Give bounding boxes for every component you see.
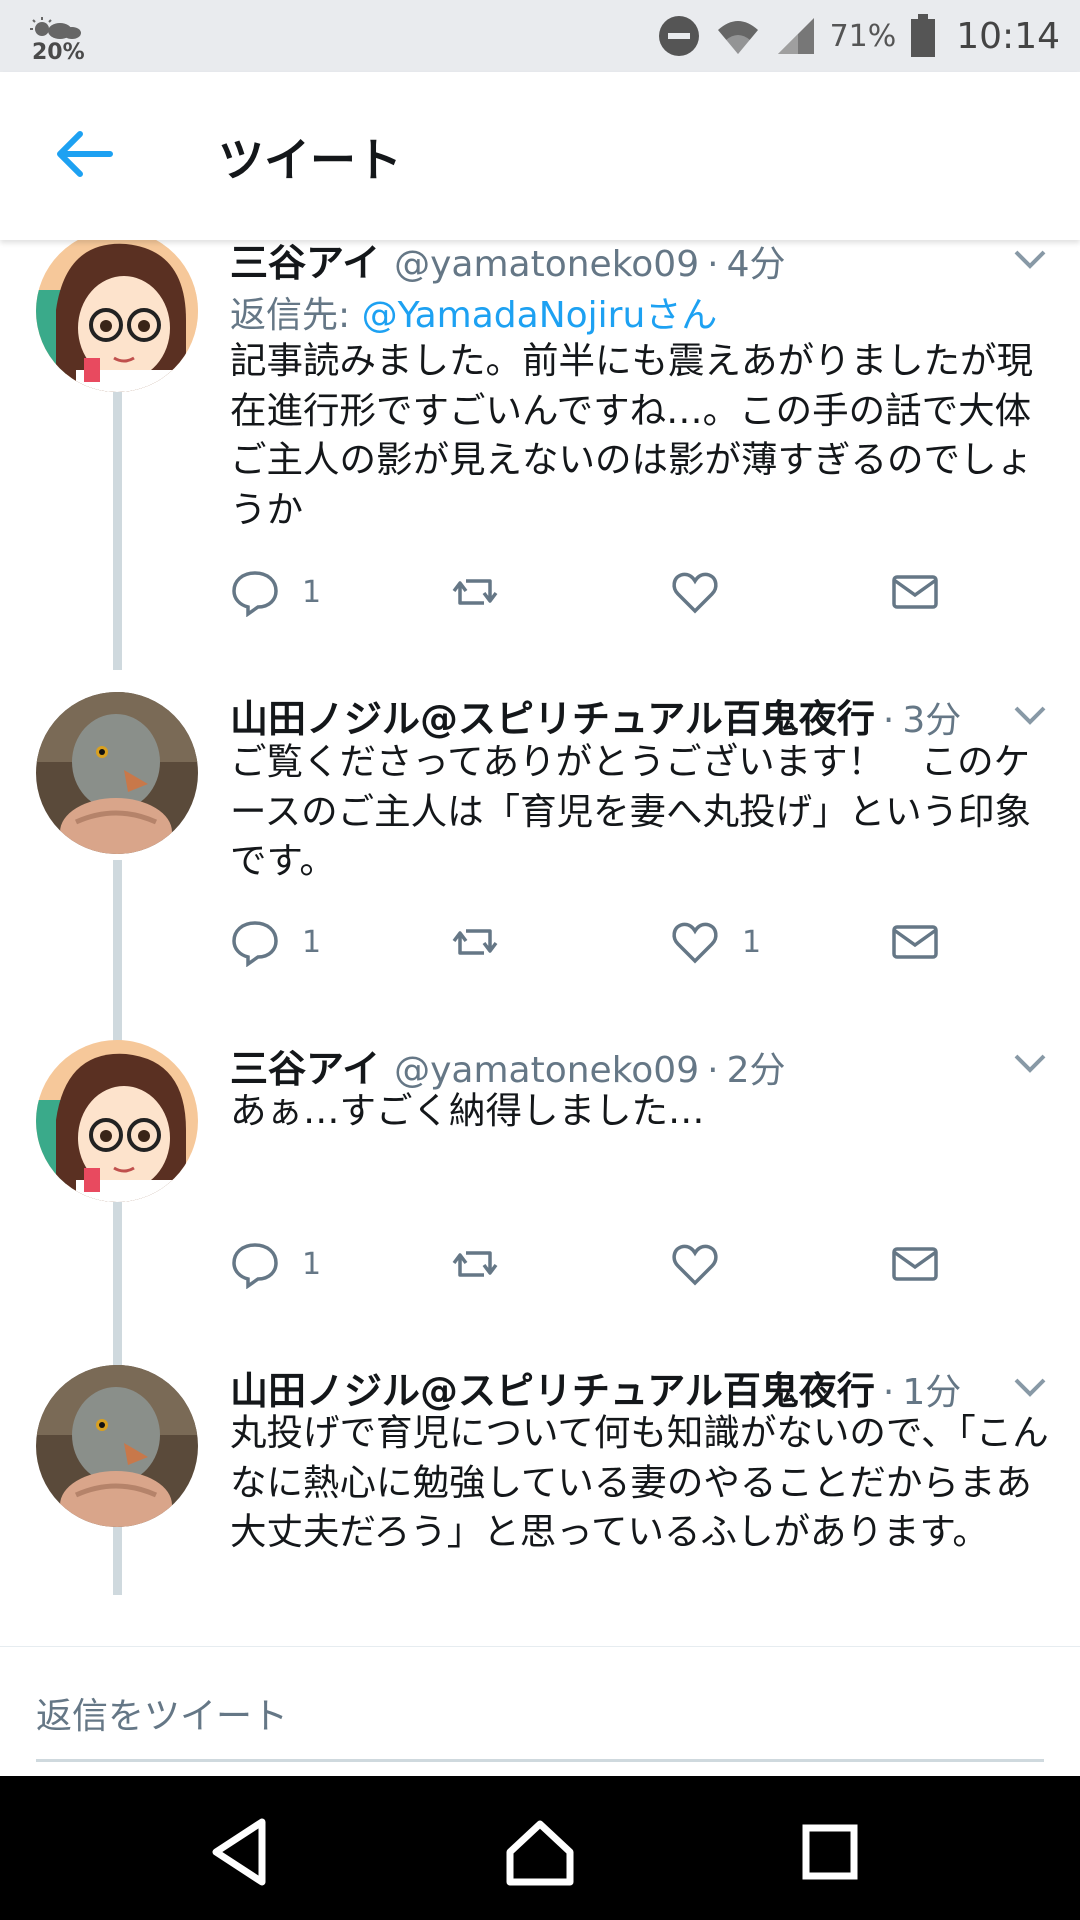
battery-percent: 71% [829,18,897,54]
system-nav-bar [0,1776,1080,1920]
tweet-time: 3分 [902,700,962,741]
like-button[interactable]: 1 [670,912,761,972]
tweet-text: ご覧くださってありがとうございます！ このケースのご主人は「育児を妻へ丸投げ」と… [230,740,1032,882]
recent-apps-icon[interactable] [790,1812,870,1892]
reply-icon [232,571,278,617]
tweet-header: 三谷アイ @yamatoneko09 · 2分 [230,1047,786,1091]
clock-time: 10:14 [956,15,1060,57]
user-handle[interactable]: @yamatoneko09 [394,1050,699,1091]
chevron-down-icon[interactable] [1010,244,1050,274]
avatar[interactable] [36,692,198,854]
reply-count: 1 [302,1246,322,1282]
reply-to: 返信先: @YamadaNojiruさん [230,286,717,338]
reply-to-link[interactable]: @YamadaNojiruさん [362,295,718,336]
heart-icon [672,572,718,614]
user-name[interactable]: 三谷アイ [230,1047,380,1091]
tweet-time: 4分 [726,244,786,285]
tweet-actions: 1 [230,562,1010,622]
direct-message-button[interactable] [890,912,940,972]
like-button[interactable] [670,1234,742,1294]
tweet-actions: 1 [230,1234,1010,1294]
chevron-down-icon[interactable] [1010,700,1050,730]
direct-message-button[interactable] [890,1638,940,1646]
reply-button[interactable]: 1 [230,562,321,622]
tweet-header: 三谷アイ @yamatoneko09 · 4分 [230,241,786,285]
tweet-text: あぁ…すごく納得しました… [230,1089,705,1132]
reply-icon [232,1243,278,1289]
page-title: ツイート [218,133,402,187]
tweet-header: 山田ノジル@スピリチュアル百鬼夜行 · 3分 [230,697,962,741]
back-triangle-icon[interactable] [200,1812,280,1892]
envelope-icon [892,1247,938,1281]
tweet-actions: 1 1 [230,912,1010,972]
retweet-icon [452,579,498,605]
reply-input[interactable]: 返信をツイート [36,1687,288,1739]
app-header: ツイート [0,72,1080,240]
user-handle[interactable]: @yamatoneko09 [394,244,699,285]
retweet-icon [452,1251,498,1277]
like-button[interactable] [670,1638,720,1646]
reply-button[interactable]: 1 [230,1234,321,1294]
direct-message-button[interactable] [890,562,940,622]
chevron-down-icon[interactable] [1010,1048,1050,1078]
direct-message-button[interactable] [890,1234,940,1294]
heart-icon [672,1244,718,1286]
tweet-text: 丸投げで育児について何も知識がないので、「こんなに熱心に勉強している妻のやること… [230,1411,1049,1553]
reply-composer[interactable]: 返信をツイート [0,1646,1080,1777]
reply-count: 1 [302,574,322,610]
tweet-header: 山田ノジル@スピリチュアル百鬼夜行 · 1分 [230,1369,962,1413]
avatar[interactable] [36,1040,198,1202]
avatar[interactable] [36,1365,198,1527]
reply-to-label: 返信先: [230,295,362,336]
like-button[interactable] [670,562,742,622]
tweet-time: 2分 [726,1050,786,1091]
retweet-button[interactable] [450,562,500,622]
temperature-text: 20% [32,40,85,65]
battery-icon [911,14,936,57]
tweet-time: 1分 [902,1372,962,1413]
back-arrow-icon[interactable] [50,124,120,184]
tweet-actions [230,1638,1010,1646]
do-not-disturb-icon [658,16,699,56]
like-count: 1 [742,924,762,960]
user-name[interactable]: 山田ノジル@スピリチュアル百鬼夜行 [230,697,875,741]
heart-icon [672,922,718,964]
retweet-button[interactable] [450,912,500,972]
reply-count: 1 [302,924,322,960]
status-bar: 20% 71% 10:14 [0,0,1080,72]
retweet-icon [452,929,498,955]
home-icon[interactable] [500,1812,580,1892]
user-name[interactable]: 山田ノジル@スピリチュアル百鬼夜行 [230,1369,875,1413]
wifi-icon [717,21,758,54]
signal-icon [777,18,814,54]
envelope-icon [892,925,938,959]
thread-line [113,390,122,670]
reply-button[interactable] [230,1638,280,1646]
retweet-button[interactable] [450,1234,500,1294]
chevron-down-icon[interactable] [1010,1372,1050,1402]
envelope-icon [892,575,938,609]
tweet-text: 記事読みました。前半にも震えあがりましたが現在進行形ですごいんですね…。この手の… [230,339,1033,531]
avatar[interactable] [36,240,198,392]
tweet-thread: 三谷アイ @yamatoneko09 · 4分 返信先: @YamadaNojiruさ… [0,240,1080,1646]
reply-button[interactable]: 1 [230,912,321,972]
reply-input-underline [36,1759,1044,1762]
reply-icon [232,921,278,967]
user-name[interactable]: 三谷アイ [230,241,380,285]
